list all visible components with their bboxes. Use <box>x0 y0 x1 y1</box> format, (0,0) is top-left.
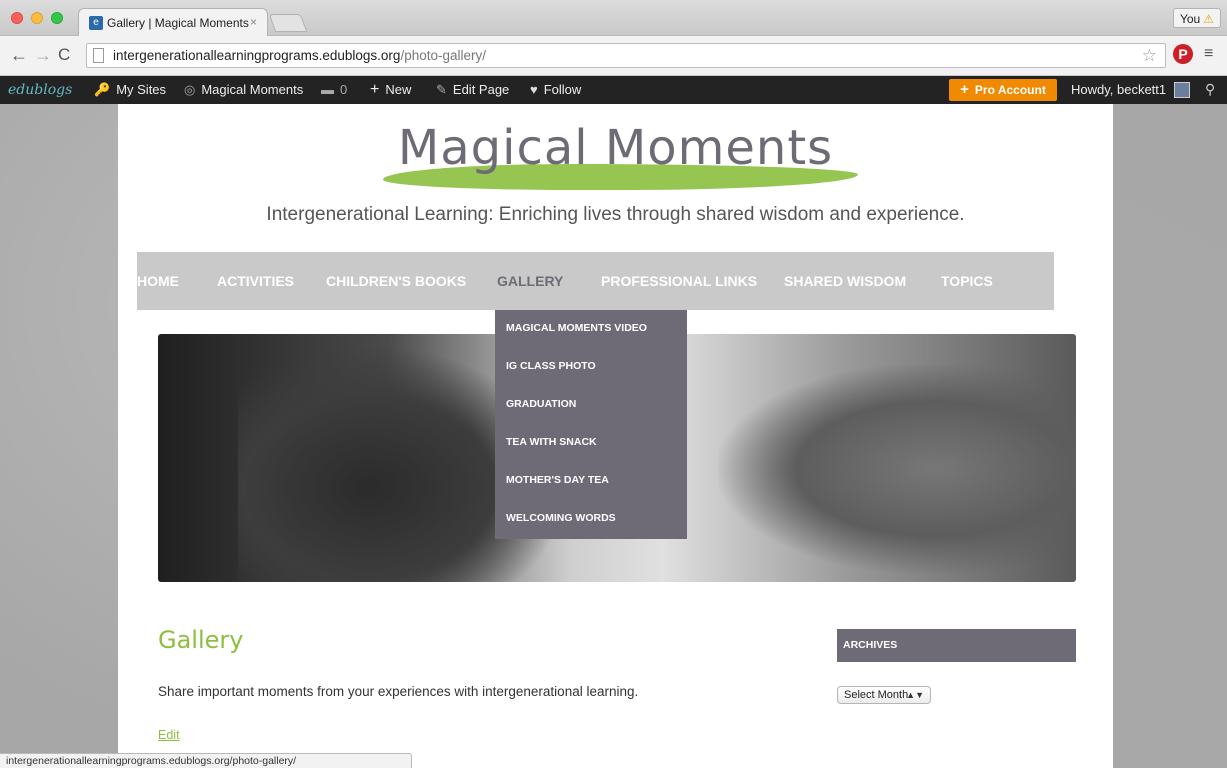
site-tagline: Intergenerational Learning: Enriching li… <box>266 204 965 225</box>
site-content: Magical Moments Intergenerational Learni… <box>118 104 1113 768</box>
avatar[interactable] <box>1174 82 1190 98</box>
plus-icon: + <box>960 81 969 98</box>
minimize-window-button[interactable] <box>31 12 43 24</box>
site-name-menu[interactable]: ◎ Magical Moments <box>184 76 303 104</box>
dropdown-item-graduation[interactable]: GRADUATION <box>506 398 576 410</box>
comments-menu[interactable]: ▬ 0 <box>321 76 347 104</box>
pencil-icon: ✎ <box>436 82 447 97</box>
nav-gallery[interactable]: GALLERY <box>497 252 563 310</box>
back-arrow-icon[interactable]: ← <box>10 45 28 66</box>
page-icon <box>93 48 104 63</box>
browser-tab-gallery[interactable]: e Gallery | Magical Moments × <box>78 8 268 37</box>
plus-icon: + <box>370 81 380 98</box>
select-value: Select Month <box>844 689 909 701</box>
browser-tab-bar: e Gallery | Magical Moments × You ⚠ <box>0 0 1227 37</box>
dropdown-item-welcoming-words[interactable]: WELCOMING WORDS <box>506 512 616 524</box>
warning-icon: ⚠ <box>1203 12 1214 26</box>
edit-link[interactable]: Edit <box>158 728 180 742</box>
wp-admin-bar: edublogs 🔑 My Sites ◎ Magical Moments ▬ 0 +… <box>0 76 1227 104</box>
forward-arrow-icon[interactable]: → <box>34 45 52 66</box>
close-window-button[interactable] <box>11 12 23 24</box>
browser-menu-icon[interactable]: ≡ <box>1204 45 1213 63</box>
new-menu[interactable]: + New <box>370 76 411 104</box>
comments-count: 0 <box>340 82 348 97</box>
tab-close-icon[interactable]: × <box>250 15 257 29</box>
profile-label: You <box>1179 12 1201 26</box>
dashboard-icon: ◎ <box>184 82 196 97</box>
new-tab-button[interactable] <box>268 14 308 32</box>
edit-page-label: Edit Page <box>452 82 510 97</box>
site-title[interactable]: Magical Moments <box>118 120 1113 176</box>
status-bar-url: intergenerationallearningprograms.edublo… <box>0 753 412 768</box>
browser-toolbar: ← → C intergenerationallearningprograms.… <box>0 36 1227 76</box>
dropdown-item-tea-with-snack[interactable]: TEA WITH SNACK <box>506 436 597 448</box>
reload-icon[interactable]: C <box>58 45 70 65</box>
nav-home[interactable]: HOME <box>137 252 179 310</box>
my-sites-label: My Sites <box>116 82 167 97</box>
bookmark-star-icon[interactable]: ☆ <box>1142 46 1157 66</box>
archives-month-select[interactable]: Select Month ▲▼ <box>837 686 931 704</box>
maximize-window-button[interactable] <box>51 12 63 24</box>
wrench-icon: 🔑 <box>94 82 111 97</box>
search-icon[interactable]: ⚲ <box>1205 81 1215 98</box>
nav-childrens-books[interactable]: CHILDREN'S BOOKS <box>326 252 466 310</box>
dropdown-item-magical-moments-video[interactable]: MAGICAL MOMENTS VIDEO <box>506 322 647 334</box>
comment-icon: ▬ <box>321 82 334 97</box>
new-label: New <box>385 82 412 97</box>
pro-account-label: Pro Account <box>974 83 1046 97</box>
gallery-dropdown-menu: MAGICAL MOMENTS VIDEO IG CLASS PHOTO GRA… <box>495 310 687 539</box>
archives-widget-title: ARCHIVES <box>837 629 1076 662</box>
nav-professional-links[interactable]: PROFESSIONAL LINKS <box>601 252 757 310</box>
page-title: Gallery <box>158 626 244 654</box>
hero-hand-right <box>718 364 1076 574</box>
nav-topics[interactable]: TOPICS <box>941 252 993 310</box>
my-sites-menu[interactable]: 🔑 My Sites <box>94 76 166 104</box>
dropdown-item-ig-class-photo[interactable]: IG CLASS PHOTO <box>506 360 596 372</box>
url-text: intergenerationallearningprograms.edublo… <box>113 48 486 63</box>
url-path: /photo-gallery/ <box>400 48 486 63</box>
pinterest-icon[interactable]: P <box>1173 44 1193 64</box>
page-background: Magical Moments Intergenerational Learni… <box>0 104 1227 768</box>
edublogs-logo[interactable]: edublogs <box>8 76 72 104</box>
tab-title: Gallery | Magical Moments <box>107 16 249 30</box>
dropdown-item-mothers-day-tea[interactable]: MOTHER'S DAY TEA <box>506 474 609 486</box>
select-arrows-icon: ▲▼ <box>906 690 924 700</box>
address-bar[interactable]: intergenerationallearningprograms.edublo… <box>86 43 1166 68</box>
user-menu[interactable]: Howdy, beckett1 <box>1071 76 1166 104</box>
pro-account-button[interactable]: + Pro Account <box>949 79 1057 101</box>
edit-page-link[interactable]: ✎ Edit Page <box>436 76 509 104</box>
profile-button[interactable]: You ⚠ <box>1172 8 1221 28</box>
nav-activities[interactable]: ACTIVITIES <box>217 252 294 310</box>
edublogs-favicon-icon: e <box>89 16 103 30</box>
main-navigation: HOME ACTIVITIES CHILDREN'S BOOKS GALLERY… <box>137 252 1054 310</box>
follow-link[interactable]: ♥ Follow <box>530 76 581 104</box>
nav-shared-wisdom[interactable]: SHARED WISDOM <box>784 252 906 310</box>
url-domain: intergenerationallearningprograms.edublo… <box>113 48 401 63</box>
follow-label: Follow <box>543 82 582 97</box>
heart-icon: ♥ <box>530 82 538 97</box>
site-name-label: Magical Moments <box>201 82 304 97</box>
page-intro-text: Share important moments from your experi… <box>158 684 639 699</box>
